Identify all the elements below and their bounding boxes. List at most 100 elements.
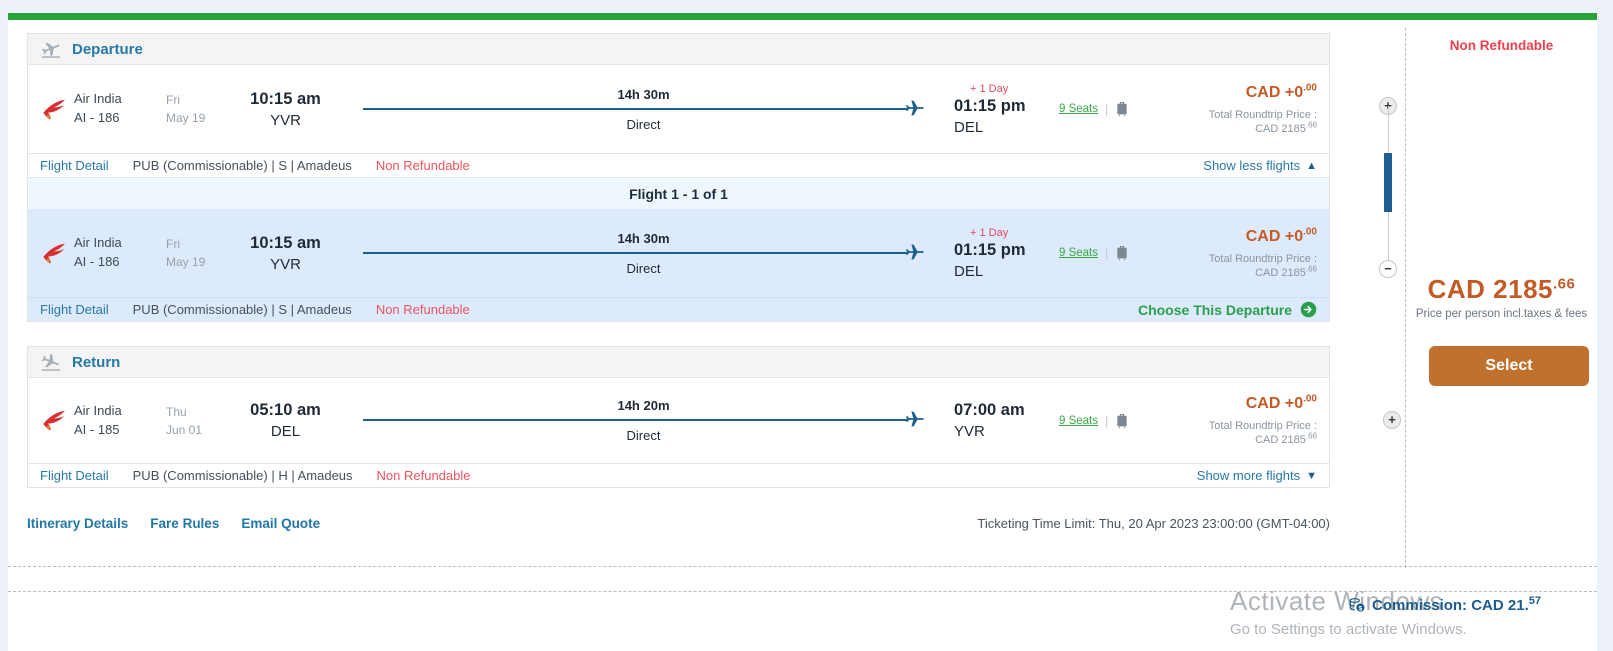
stops-label: Direct	[363, 428, 924, 443]
seats-link[interactable]: 9 Seats	[1059, 103, 1098, 115]
results-card: Departure Air India AI - 186 Fri May 19	[8, 13, 1597, 651]
flight-pager: Flight 1 - 1 of 1	[28, 177, 1329, 209]
arrival-time-block: 07:00 am YVR	[954, 401, 1059, 440]
seats-link[interactable]: 9 Seats	[1059, 247, 1098, 259]
total-price-value: CAD 2185.66	[1164, 434, 1317, 446]
email-quote-link[interactable]: Email Quote	[241, 516, 320, 531]
flight-duration: 14h 20m	[363, 398, 924, 413]
date-block: Fri May 19	[166, 91, 238, 127]
day-of-week: Thu	[166, 403, 238, 421]
divider: |	[1105, 102, 1108, 117]
divider: |	[1105, 413, 1108, 428]
arrival-time-block: + 1 Day 01:15 pm DEL	[954, 227, 1059, 280]
plane-icon	[904, 408, 926, 430]
flight-row[interactable]: Air India AI - 185 Thu Jun 01 05:10 am D…	[28, 378, 1329, 463]
horizontal-divider	[8, 566, 1597, 567]
show-less-flights-link[interactable]: Show less flights ▲	[1203, 158, 1317, 173]
airline-block: Air India AI - 185	[74, 402, 166, 440]
route-block: 14h 30m Direct	[333, 87, 954, 132]
departure-airport-code: DEL	[238, 423, 333, 440]
flight-detail-strip: Flight Detail PUB (Commissionable) | S |…	[28, 297, 1329, 321]
flight-detail-link[interactable]: Flight Detail	[40, 468, 109, 483]
date: May 19	[166, 109, 238, 127]
return-header: Return	[28, 347, 1329, 378]
return-section: Return Air India AI - 185 Thu Jun 01	[27, 346, 1330, 488]
total-price-label: Total Roundtrip Price :	[1164, 420, 1317, 432]
stops-label: Direct	[363, 117, 924, 132]
price-adjustment: CAD +0.00	[1164, 228, 1317, 246]
ticketing-time-limit: Ticketing Time Limit: Thu, 20 Apr 2023 2…	[977, 516, 1330, 531]
airline-name: Air India	[74, 402, 166, 421]
choose-this-departure-button[interactable]: Choose This Departure	[1138, 301, 1317, 318]
total-price: CAD 2185.66	[1406, 274, 1597, 305]
departure-time-block: 10:15 am YVR	[238, 234, 333, 273]
departure-airport-code: YVR	[238, 112, 333, 129]
air-india-logo	[28, 240, 74, 267]
route-line	[363, 108, 908, 110]
price-summary-panel: Non Refundable CAD 2185.66 Price per per…	[1406, 20, 1597, 420]
refundability-label: Non Refundable	[376, 302, 470, 317]
date-block: Thu Jun 01	[166, 403, 238, 439]
show-more-flights-link[interactable]: Show more flights ▼	[1197, 468, 1317, 483]
chevron-up-icon: ▲	[1306, 160, 1317, 172]
flight-row[interactable]: Air India AI - 186 Fri May 19 10:15 am Y…	[28, 65, 1329, 153]
total-price-label: Total Roundtrip Price :	[1164, 253, 1317, 265]
plus-day-badge: + 1 Day	[970, 83, 1059, 95]
return-title: Return	[72, 354, 120, 371]
total-price-value: CAD 2185.66	[1164, 267, 1317, 279]
baggage-icon[interactable]	[1115, 413, 1129, 429]
scroll-thumb[interactable]	[1384, 153, 1392, 212]
flight-row-selected[interactable]: Air India AI - 186 Fri May 19 10:15 am Y…	[28, 209, 1329, 297]
arrow-right-circle-icon	[1300, 301, 1317, 318]
flight-number: AI - 186	[74, 109, 166, 128]
plus-button-return[interactable]: +	[1383, 411, 1401, 429]
arrival-airport-code: DEL	[954, 263, 1059, 280]
price-block: CAD +0.00 Total Roundtrip Price : CAD 21…	[1164, 84, 1329, 135]
departure-title: Departure	[72, 41, 143, 58]
minus-button[interactable]: −	[1379, 260, 1397, 278]
seats-block: 9 Seats |	[1059, 245, 1164, 261]
baggage-icon[interactable]	[1115, 245, 1129, 261]
arrival-time: 07:00 am	[954, 401, 1059, 420]
day-of-week: Fri	[166, 235, 238, 253]
total-price-value: CAD 2185.66	[1164, 123, 1317, 135]
flight-detail-link[interactable]: Flight Detail	[40, 302, 109, 317]
itinerary-details-link[interactable]: Itinerary Details	[27, 516, 128, 531]
stops-label: Direct	[363, 261, 924, 276]
total-price-label: Total Roundtrip Price :	[1164, 109, 1317, 121]
airline-block: Air India AI - 186	[74, 234, 166, 272]
arrival-airport-code: DEL	[954, 119, 1059, 136]
fare-code-label: PUB (Commissionable) | S | Amadeus	[133, 302, 352, 317]
price-block: CAD +0.00 Total Roundtrip Price : CAD 21…	[1164, 228, 1329, 279]
fare-code-label: PUB (Commissionable) | S | Amadeus	[133, 158, 352, 173]
chevron-down-icon: ▼	[1306, 470, 1317, 482]
flight-list-scroller: + −	[1379, 97, 1397, 278]
seats-block: 9 Seats |	[1059, 413, 1164, 429]
flight-duration: 14h 30m	[363, 231, 924, 246]
flight-detail-strip: Flight Detail PUB (Commissionable) | S |…	[28, 153, 1329, 177]
price-adjustment: CAD +0.00	[1164, 84, 1317, 102]
fare-rules-link[interactable]: Fare Rules	[150, 516, 219, 531]
price-block: CAD +0.00 Total Roundtrip Price : CAD 21…	[1164, 395, 1329, 446]
plane-icon	[904, 97, 926, 119]
selected-flight-group: Air India AI - 186 Fri May 19 10:15 am Y…	[28, 209, 1329, 321]
departure-header: Departure	[28, 34, 1329, 65]
day-of-week: Fri	[166, 91, 238, 109]
route-block: 14h 20m Direct	[333, 398, 954, 443]
select-button[interactable]: Select	[1429, 346, 1589, 386]
plus-day-badge: + 1 Day	[970, 227, 1059, 239]
flight-detail-link[interactable]: Flight Detail	[40, 158, 109, 173]
arrival-time-block: + 1 Day 01:15 pm DEL	[954, 83, 1059, 136]
arrival-airport-code: YVR	[954, 423, 1059, 440]
date: Jun 01	[166, 421, 238, 439]
flight-number: AI - 186	[74, 253, 166, 272]
coins-icon: $	[1348, 596, 1366, 614]
airline-name: Air India	[74, 234, 166, 253]
refundability-label: Non Refundable	[377, 468, 471, 483]
section-gap	[27, 322, 1330, 346]
date: May 19	[166, 253, 238, 271]
seats-link[interactable]: 9 Seats	[1059, 415, 1098, 427]
flight-number: AI - 185	[74, 421, 166, 440]
baggage-icon[interactable]	[1115, 101, 1129, 117]
price-adjustment: CAD +0.00	[1164, 395, 1317, 413]
